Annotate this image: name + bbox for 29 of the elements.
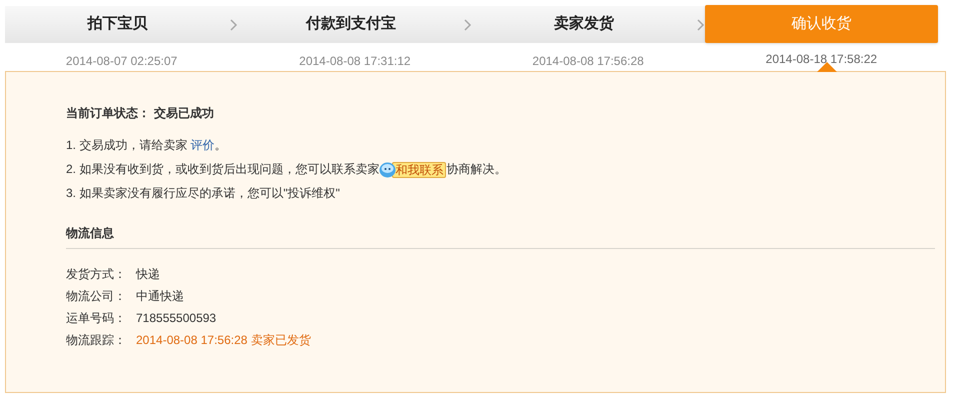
progress-step: 卖家发货 xyxy=(472,6,697,43)
chat-bubble-icon xyxy=(379,162,396,178)
chevron-icon xyxy=(696,18,705,30)
step-date: 2014-08-07 02:25:07 xyxy=(66,54,178,68)
field-label: 物流公司： xyxy=(66,288,127,305)
field-label: 运单号码： xyxy=(66,310,127,327)
field-value: 718555500593 xyxy=(136,310,216,327)
status-label: 当前订单状态： xyxy=(66,106,150,120)
field-label: 物流跟踪： xyxy=(66,332,127,349)
instruction-text: 3. 如果卖家没有履行应尽的承诺，您可以"投诉维权" xyxy=(66,185,341,202)
instruction-text: 2. 如果没有收到货，或收到货后出现问题，您可以联系卖家 和我联系 协商解决。 xyxy=(66,160,508,178)
progress-step: 拍下宝贝 xyxy=(5,6,230,43)
field-label: 发货方式： xyxy=(66,266,127,283)
status-value: 交易已成功 xyxy=(154,106,214,120)
chevron-icon xyxy=(464,18,472,30)
step-date: 2014-08-08 17:31:12 xyxy=(299,54,411,68)
step-date: 2014-08-08 17:56:28 xyxy=(532,54,644,68)
rate-link[interactable]: 评价 xyxy=(190,138,215,152)
field-value: 中通快递 xyxy=(136,288,184,305)
progress-step: 确认收货 xyxy=(704,5,938,43)
chevron-icon xyxy=(230,18,238,30)
step-date: 2014-08-18 17:58:22 xyxy=(766,52,878,66)
instruction-text: 1. 交易成功，请给卖家 评价。 xyxy=(66,137,228,154)
section-title: 物流信息 xyxy=(66,224,935,249)
progress-step: 付款到支付宝 xyxy=(238,6,464,43)
field-value: 快递 xyxy=(136,266,160,283)
field-value: 2014-08-08 17:56:28 卖家已发货 xyxy=(136,332,311,349)
contact-button[interactable]: 和我联系 xyxy=(392,162,446,178)
pointer-arrow-icon xyxy=(816,62,836,72)
